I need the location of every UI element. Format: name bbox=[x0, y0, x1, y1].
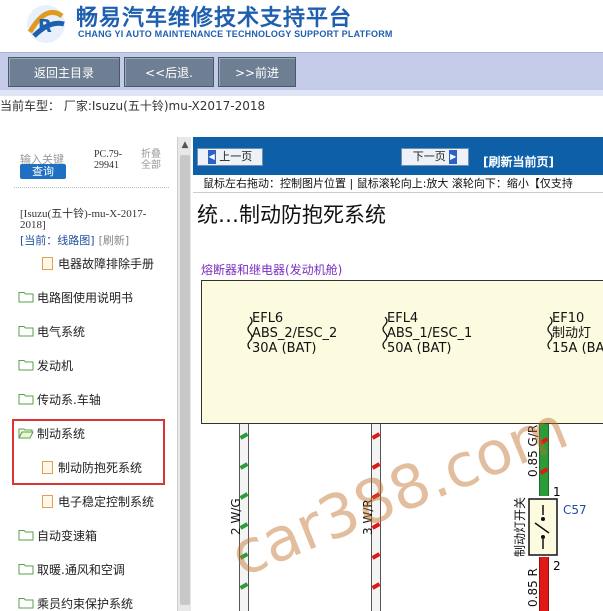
tree-item-label: 制动系统 bbox=[37, 426, 86, 441]
fold-all-button[interactable]: 折叠全部 bbox=[141, 149, 167, 171]
wire-label-w-g: 2 W/G bbox=[229, 498, 243, 535]
wire-label-g-r: 0.85 G/R bbox=[526, 424, 540, 477]
svg-text:R: R bbox=[38, 16, 52, 37]
document-icon bbox=[42, 460, 53, 474]
refresh-link[interactable]: [刷新] bbox=[99, 234, 130, 247]
current-view: [当前：线路图] [刷新] bbox=[20, 232, 129, 248]
document-icon bbox=[42, 256, 53, 270]
prev-page-label: 上一页 bbox=[219, 150, 253, 163]
folder-icon bbox=[18, 564, 34, 575]
tree-item[interactable]: 传动系.车轴 bbox=[18, 389, 101, 409]
tree-item-label: 电子稳定控制系统 bbox=[58, 494, 155, 509]
header: R 畅易汽车维修技术支持平台 CHANG YI AUTO MAINTENANCE… bbox=[0, 0, 603, 52]
folder-icon bbox=[18, 292, 34, 303]
divider bbox=[14, 187, 169, 188]
query-button[interactable]: 查询 bbox=[20, 164, 66, 179]
tree-item[interactable]: 电器故障排除手册 bbox=[42, 253, 154, 273]
section-label: 熔断器和继电器(发动机舱) bbox=[201, 263, 343, 277]
tree-item-label: 发动机 bbox=[37, 358, 74, 373]
tree-item-label: 制动防抱死系统 bbox=[58, 460, 143, 475]
brand-subtitle: CHANG YI AUTO MAINTENANCE TECHNOLOGY SUP… bbox=[78, 29, 393, 39]
logo-icon: R bbox=[27, 5, 65, 43]
pin-1-label: 1 bbox=[553, 485, 561, 499]
tree-item[interactable]: 乘员约束保护系统 bbox=[18, 593, 133, 611]
sidebar: 输入关键 查询 PC.79-29941 折叠全部 [Isuzu(五十铃)-mu-… bbox=[0, 137, 176, 611]
pc-info: PC.79-29941 bbox=[94, 149, 123, 171]
tree-item[interactable]: 取暖.通风和空调 bbox=[18, 559, 125, 579]
tree-item[interactable]: 制动系统 bbox=[18, 423, 85, 443]
arrow-left-icon: ◀ bbox=[207, 150, 216, 164]
back-button[interactable]: <<后退. bbox=[124, 57, 214, 87]
wire-label-r: 0.85 R bbox=[526, 568, 540, 607]
tree-item-label: 电路图使用说明书 bbox=[37, 290, 134, 305]
document-icon bbox=[42, 494, 53, 508]
app-window: R 畅易汽车维修技术支持平台 CHANG YI AUTO MAINTENANCE… bbox=[0, 0, 603, 611]
current-car-type: 当前车型： 厂家:Isuzu(五十铃)mu-X2017-2018 bbox=[0, 99, 266, 113]
tree-item[interactable]: 电路图使用说明书 bbox=[18, 287, 133, 307]
refresh-page-link[interactable]: [刷新当前页] bbox=[483, 153, 554, 170]
tree-item-label: 自动变速箱 bbox=[37, 528, 98, 543]
nav-strip bbox=[0, 90, 603, 96]
tree-item[interactable]: 自动变速箱 bbox=[18, 525, 97, 545]
fuse-box: EFL6 ABS_2/ESC_2 30A (BAT) EFL4 ABS_1/ES… bbox=[201, 280, 603, 424]
arrow-right-icon: ▶ bbox=[449, 150, 458, 164]
prev-page-button[interactable]: ◀ 上一页 bbox=[197, 148, 263, 166]
viewer-toolbar: ◀ 上一页 下一页 ▶ [刷新当前页] bbox=[193, 137, 603, 175]
sidebar-header: 输入关键 查询 PC.79-29941 折叠全部 bbox=[0, 137, 176, 187]
current-view-label: [当前：线路图] bbox=[20, 234, 95, 247]
back-to-main-button[interactable]: 返回主目录 bbox=[8, 57, 120, 87]
sidebar-scrollbar[interactable]: ▲ bbox=[177, 137, 191, 611]
folder-icon bbox=[18, 598, 34, 609]
scroll-up-icon[interactable]: ▲ bbox=[179, 139, 191, 151]
tree-item-label: 取暖.通风和空调 bbox=[37, 562, 125, 577]
hint-bar: 鼠标左右拖动：控制图片位置 | 鼠标滚轮向上:放大 滚轮向下：缩小【仅支持 bbox=[193, 175, 603, 193]
diagram-title: 统…制动防抱死系统 bbox=[197, 203, 386, 227]
tree-item[interactable]: 电子稳定控制系统 bbox=[42, 491, 154, 511]
connector-label: C57 bbox=[563, 503, 587, 517]
folder-open-icon bbox=[18, 428, 34, 439]
switch-label: 制动灯开关 bbox=[513, 496, 527, 557]
fuse-symbols bbox=[247, 316, 553, 350]
scroll-thumb[interactable] bbox=[180, 155, 190, 605]
forward-button[interactable]: >>前进 bbox=[218, 57, 296, 87]
next-page-label: 下一页 bbox=[412, 150, 446, 163]
diagram-viewer[interactable]: ◀ 上一页 下一页 ▶ [刷新当前页] 鼠标左右拖动：控制图片位置 | 鼠标滚轮… bbox=[193, 137, 603, 611]
next-page-button[interactable]: 下一页 ▶ bbox=[401, 148, 469, 166]
tree-item-label: 电器故障排除手册 bbox=[58, 256, 155, 271]
folder-icon bbox=[18, 326, 34, 337]
tree-item-label: 乘员约束保护系统 bbox=[37, 596, 134, 611]
tree-item[interactable]: 制动防抱死系统 bbox=[42, 457, 142, 477]
tree-item[interactable]: 电气系统 bbox=[18, 321, 85, 341]
pin-2-label: 2 bbox=[553, 559, 561, 573]
car-info: [Isuzu(五十铃)-mu-X-2017-2018] bbox=[20, 208, 147, 231]
tree-item[interactable]: 发动机 bbox=[18, 355, 73, 375]
folder-icon bbox=[18, 394, 34, 405]
folder-icon bbox=[18, 530, 34, 541]
tree-item-label: 传动系.车轴 bbox=[37, 392, 101, 407]
tree-item-label: 电气系统 bbox=[37, 324, 86, 339]
folder-icon bbox=[18, 360, 34, 371]
wire-label-w-r: 3 W/R bbox=[361, 499, 375, 535]
brand-title: 畅易汽车维修技术支持平台 bbox=[76, 6, 353, 31]
nav-bar: 返回主目录 <<后退. >>前进 bbox=[0, 52, 603, 90]
